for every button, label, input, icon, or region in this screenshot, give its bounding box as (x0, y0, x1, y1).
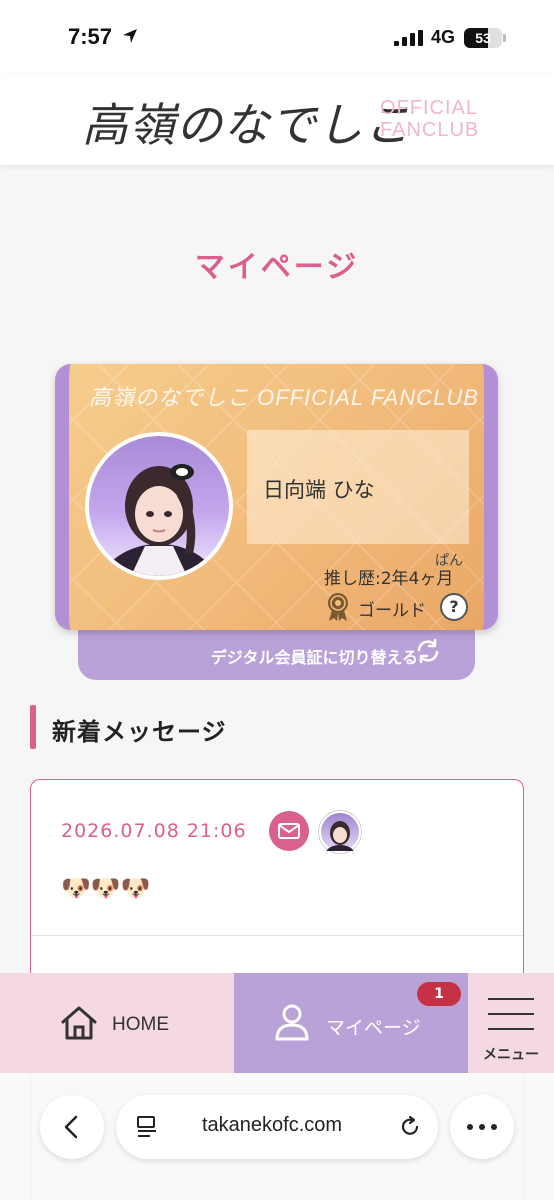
user-icon (274, 1003, 310, 1041)
hamburger-menu-icon (488, 997, 534, 1031)
member-card-area: デジタル会員証に切り替える 高嶺のなでしこ OFFICIAL FANCLUB 日… (55, 364, 498, 682)
page-title: マイページ (194, 250, 360, 285)
browser-toolbar: takanekofc.com (0, 1073, 554, 1200)
tab-mypage[interactable]: マイページ 1 (234, 973, 468, 1073)
url-text: takanekofc.com (202, 1114, 343, 1136)
network-type: 4G (431, 27, 456, 47)
browser-back-button[interactable] (40, 1095, 104, 1159)
site-logo-sub: OFFICIAL FANCLUB (380, 97, 479, 141)
card-title: 高嶺のなでしこ OFFICIAL FANCLUB (89, 385, 479, 410)
new-messages-title: 新着メッセージ (52, 718, 227, 746)
tab-home[interactable]: HOME (0, 973, 234, 1073)
browser-more-button[interactable] (450, 1095, 514, 1159)
section-accent-bar (30, 705, 36, 749)
oshi-history: 推し歴:2年4ヶ月 (324, 569, 454, 589)
message-sender-avatar (319, 811, 361, 853)
member-name-box: 日向端 ひな (247, 430, 469, 544)
member-rank: ゴールド (358, 601, 426, 621)
message-item[interactable]: 2026.07.08 21:06 🐶🐶🐶 (31, 780, 523, 936)
address-bar[interactable]: takanekofc.com (116, 1095, 438, 1159)
battery-icon: 53 (464, 28, 506, 48)
member-card: 高嶺のなでしこ OFFICIAL FANCLUB 日向端 ひな ぱん 推し歴:2… (55, 364, 498, 630)
home-icon (60, 1005, 98, 1041)
refresh-icon (414, 637, 442, 665)
member-name: 日向端 ひな (263, 478, 375, 502)
notification-badge: 1 (417, 982, 461, 1006)
more-dots-icon (466, 1123, 498, 1131)
member-avatar (85, 432, 233, 580)
battery-level: 53 (475, 30, 491, 46)
logo-sub-line2: FANCLUB (380, 119, 480, 141)
tab-mypage-label: マイページ (326, 1017, 421, 1039)
status-bar: 7:57 4G 53 (0, 0, 554, 75)
reload-icon[interactable] (398, 1115, 422, 1139)
site-header: 高嶺のなでしこ OFFICIAL FANCLUB (0, 75, 554, 165)
signal-icon (394, 30, 424, 46)
mail-icon (269, 811, 309, 851)
status-time: 7:57 (68, 24, 113, 49)
switch-digital-card-label: デジタル会員証に切り替える (210, 648, 418, 667)
tab-menu-label: メニュー (483, 1047, 539, 1063)
site-logo[interactable]: 高嶺のなでしこ (82, 89, 411, 155)
bottom-tab-bar: HOME マイページ 1 メニュー (0, 973, 554, 1073)
location-arrow-icon (122, 28, 138, 44)
medal-icon (325, 592, 351, 622)
chevron-left-icon (62, 1115, 82, 1139)
rank-help-button[interactable]: ? (440, 593, 468, 621)
tab-menu[interactable]: メニュー (468, 973, 554, 1073)
logo-sub-line1: OFFICIAL (380, 97, 479, 119)
message-date: 2026.07.08 21:06 (61, 820, 247, 842)
reader-icon[interactable] (136, 1115, 158, 1139)
message-body: 🐶🐶🐶 (61, 874, 151, 902)
tab-home-label: HOME (112, 1014, 169, 1035)
